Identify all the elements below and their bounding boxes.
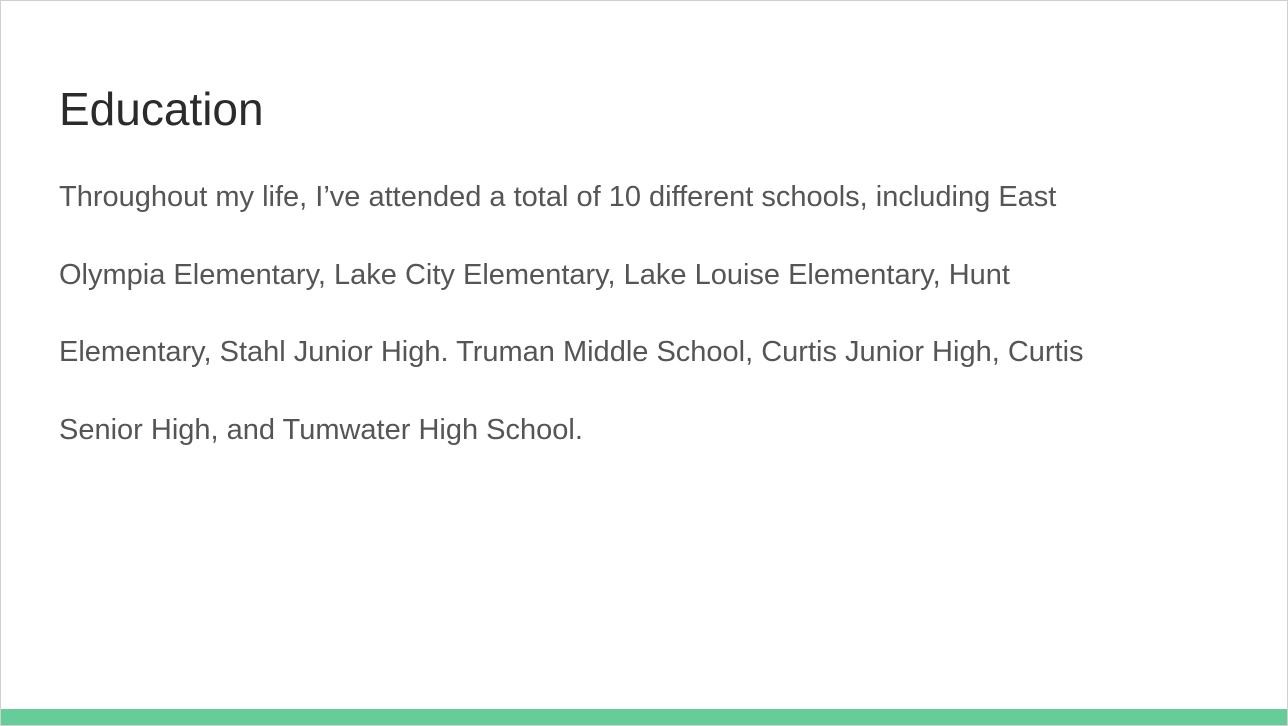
slide: Education Throughout my life, I’ve atten… (0, 0, 1288, 726)
body-line: Throughout my life, I’ve attended a tota… (59, 181, 1057, 213)
accent-bar (1, 709, 1287, 725)
body-line: Senior High, and Tumwater High School. (59, 414, 583, 447)
slide-title: Education (59, 83, 264, 135)
body-line: Olympia Elementary, Lake City Elementary… (59, 258, 1010, 291)
slide-body-paragraph: Throughout my life, I’ve attended a tota… (59, 159, 1209, 470)
body-line: Elementary, Stahl Junior High. Truman Mi… (59, 336, 1084, 369)
